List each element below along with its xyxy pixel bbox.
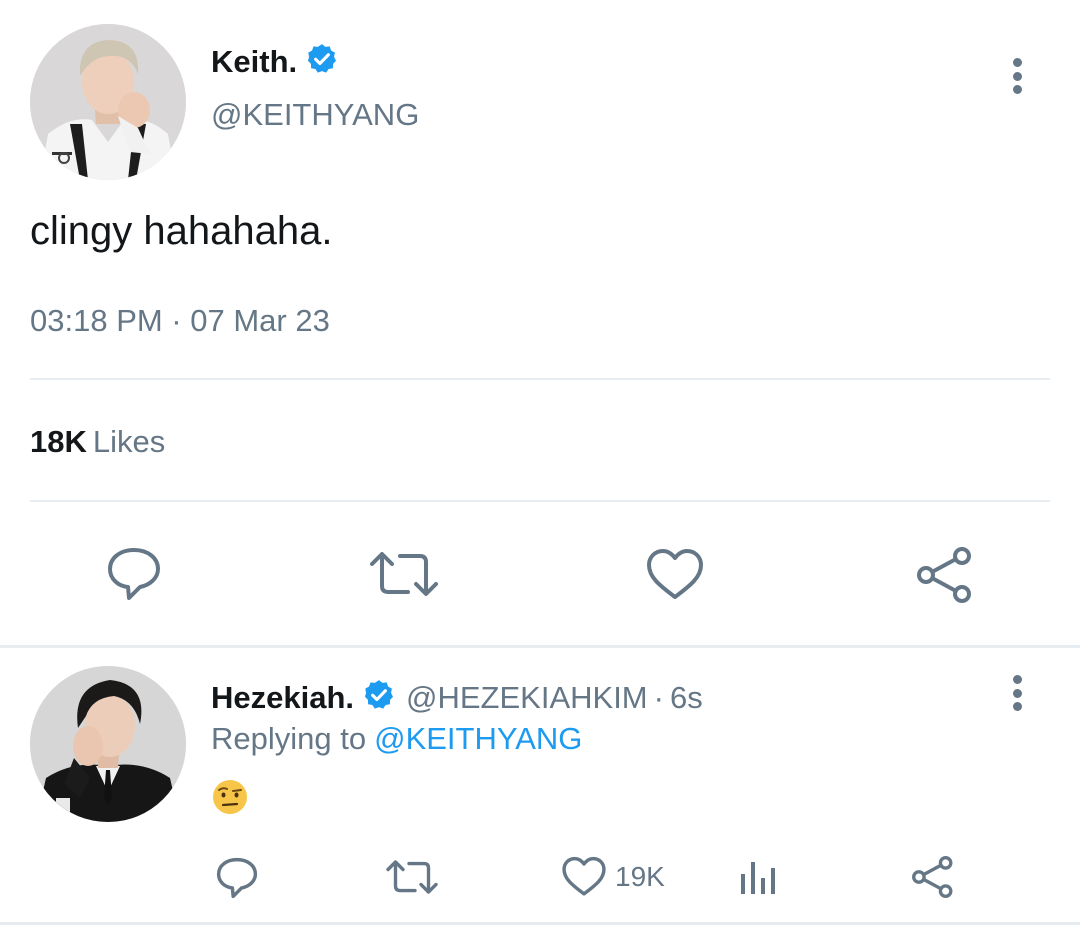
separator-dot: ·: [653, 679, 664, 715]
likes-count: 18K: [30, 424, 87, 459]
reply-button[interactable]: [214, 856, 260, 900]
share-button[interactable]: [910, 855, 956, 899]
verified-badge-icon: [305, 42, 339, 81]
share-button[interactable]: [914, 546, 976, 604]
more-dot: [1012, 58, 1022, 67]
replying-to-label: Replying to: [211, 721, 367, 756]
retweet-button[interactable]: [385, 857, 439, 897]
reply-icon: [216, 857, 258, 899]
more-dot: [1012, 71, 1022, 81]
like-button[interactable]: 19K: [561, 855, 665, 899]
share-icon: [912, 856, 953, 898]
author-handle[interactable]: @KEITHYANG: [211, 97, 419, 133]
replying-to: Replying to @KEITHYANG: [211, 721, 582, 757]
likes-label: Likes: [92, 424, 166, 459]
heart-icon: [647, 549, 703, 599]
tweet-text: clingy hahahaha.: [30, 209, 333, 253]
section-divider: [0, 922, 1080, 925]
reply-time-ago[interactable]: 6s: [670, 680, 703, 716]
tweet-timestamp[interactable]: 03:18 PM · 07 Mar 23: [30, 303, 330, 339]
author-name[interactable]: Keith.: [211, 44, 297, 80]
more-dot: [1012, 688, 1022, 698]
retweet-icon: [370, 552, 438, 596]
reply-icon: [108, 548, 160, 600]
replying-to-handle[interactable]: @KEITHYANG: [374, 721, 582, 756]
section-divider: [0, 645, 1080, 648]
more-dot: [1012, 702, 1022, 711]
retweet-button[interactable]: [368, 548, 440, 600]
reply-author-avatar[interactable]: [30, 666, 186, 822]
divider: [30, 378, 1050, 380]
verified-badge-icon: [362, 678, 396, 717]
raised-eyebrow-emoji-icon: [213, 780, 247, 814]
analytics-button[interactable]: [738, 858, 778, 896]
reply-header: Hezekiah. @HEZEKIAHKIM · 6s: [211, 678, 703, 717]
divider: [30, 500, 1050, 502]
like-button[interactable]: [645, 547, 705, 603]
avatar-photo: [30, 666, 186, 822]
author-avatar[interactable]: [30, 24, 186, 180]
avatar-photo: [30, 24, 186, 180]
retweet-icon: [386, 860, 438, 894]
more-dot: [1012, 675, 1022, 684]
like-count: 19K: [615, 861, 665, 892]
heart-icon: [562, 856, 606, 896]
more-options-icon[interactable]: [997, 675, 1037, 711]
share-icon: [917, 547, 971, 603]
more-dot: [1012, 85, 1022, 94]
reply-author-handle[interactable]: @HEZEKIAHKIM: [406, 680, 648, 716]
more-options-icon[interactable]: [997, 58, 1037, 94]
analytics-icon: [741, 862, 775, 894]
likes-stat[interactable]: 18K Likes: [30, 424, 165, 460]
reply-button[interactable]: [104, 546, 164, 602]
reply-content: 🤨: [211, 778, 249, 821]
author-name-row: Keith.: [211, 42, 339, 81]
reply-author-name[interactable]: Hezekiah.: [211, 680, 354, 716]
